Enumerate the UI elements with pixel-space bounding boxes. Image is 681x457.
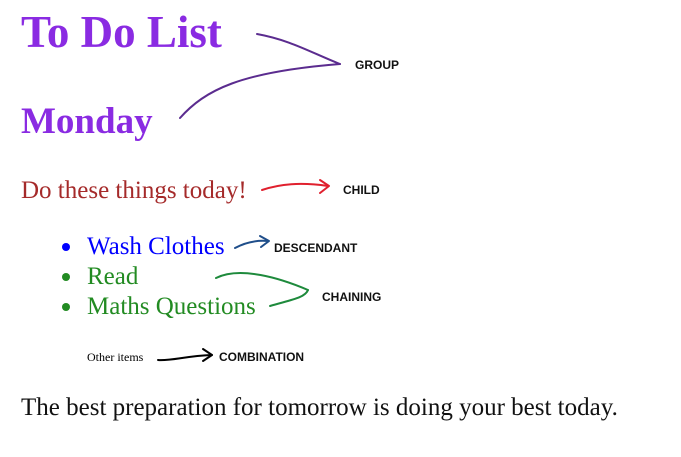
child-arrow-icon — [261, 179, 330, 194]
list-item-label: Read — [87, 263, 139, 290]
annotation-descendant: DESCENDANT — [274, 241, 358, 255]
bullet-icon — [62, 303, 70, 311]
bullet-icon — [62, 243, 70, 251]
page-title: To Do List — [21, 7, 222, 57]
intro-text: Do these things today! — [21, 177, 247, 204]
list-item: Read — [62, 262, 256, 292]
list-item: Maths Questions — [62, 292, 256, 322]
annotation-group: GROUP — [355, 58, 400, 72]
list-item: Wash Clothes — [62, 232, 256, 262]
annotation-arrows — [157, 33, 341, 362]
annotation-chaining: CHAINING — [322, 290, 382, 304]
annotation-child: CHILD — [343, 183, 380, 197]
list-item-label: Maths Questions — [87, 293, 256, 320]
list-item-label: Wash Clothes — [87, 233, 225, 260]
annotation-combination: COMBINATION — [219, 350, 305, 364]
todo-list: Wash Clothes Read Maths Questions — [62, 232, 256, 322]
day-heading: Monday — [21, 101, 153, 142]
quote-text: The best preparation for tomorrow is doi… — [21, 394, 618, 421]
combination-arrow-icon — [157, 348, 213, 362]
bullet-icon — [62, 273, 70, 281]
other-items-text: Other items — [87, 350, 144, 364]
